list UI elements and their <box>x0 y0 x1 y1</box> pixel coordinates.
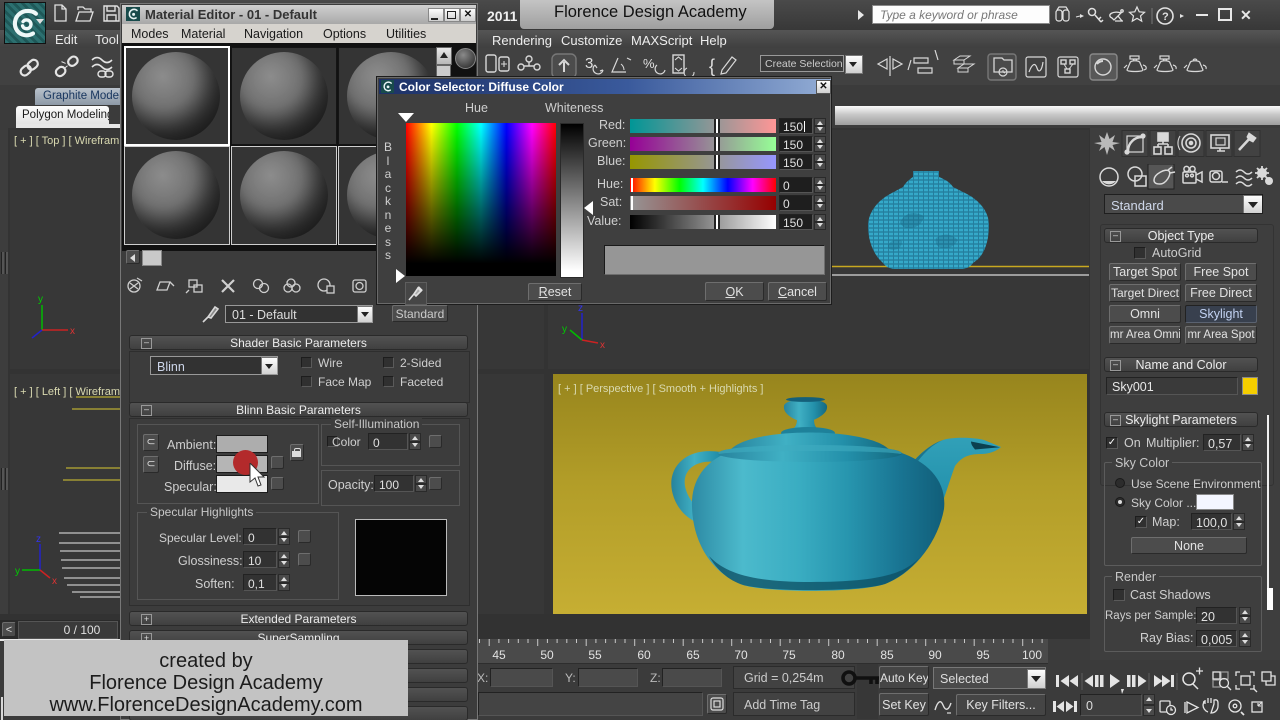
svg-text:x: x <box>70 326 75 337</box>
svg-text:?: ? <box>1162 11 1169 23</box>
svg-text:3: 3 <box>585 55 593 72</box>
svg-text:z: z <box>36 534 41 545</box>
svg-text:x: x <box>600 340 605 351</box>
svg-text:x: x <box>52 576 57 587</box>
svg-text:%: % <box>643 56 655 71</box>
svg-text:y: y <box>562 324 567 335</box>
svg-text:y: y <box>38 294 43 305</box>
svg-text:{: { <box>709 56 715 76</box>
svg-text:y: y <box>15 566 20 577</box>
